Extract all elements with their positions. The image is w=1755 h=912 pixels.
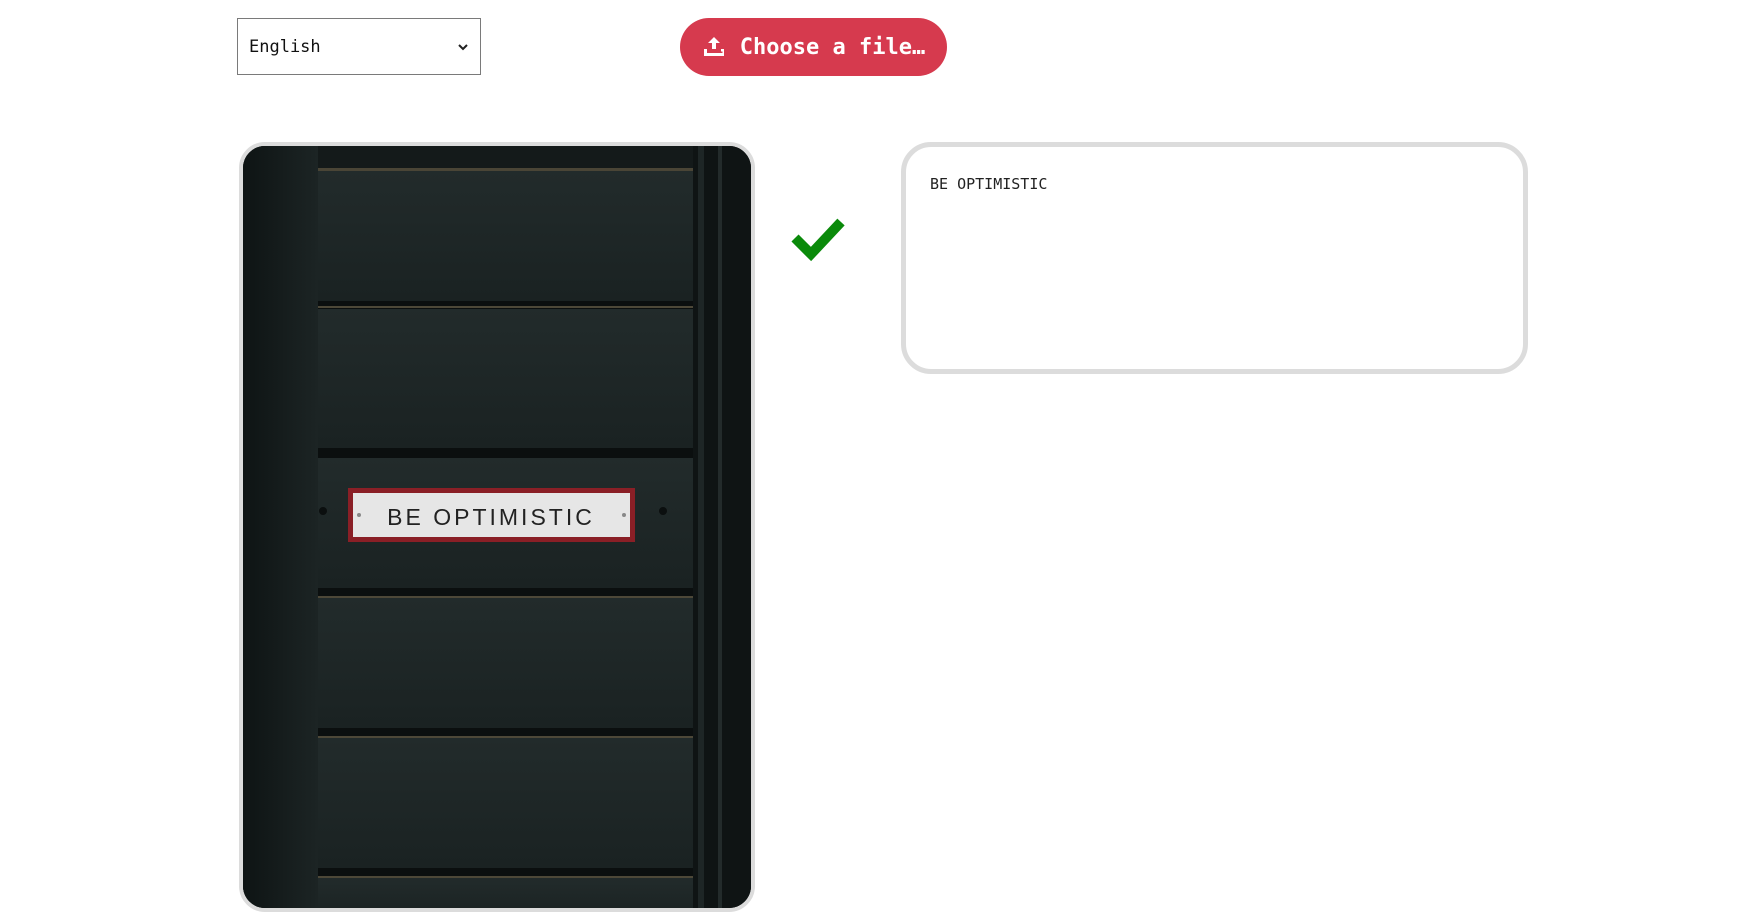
sign-text: BE OPTIMISTIC bbox=[387, 504, 595, 530]
choose-file-label: Choose a file… bbox=[739, 34, 926, 60]
uploaded-image: BE OPTIMISTIC bbox=[239, 142, 755, 912]
recognized-text-box: BE OPTIMISTIC bbox=[901, 142, 1528, 374]
chevron-down-icon bbox=[458, 44, 468, 51]
language-select[interactable]: English bbox=[237, 18, 481, 75]
choose-file-button[interactable]: Choose a file… bbox=[680, 18, 947, 76]
door-photo: BE OPTIMISTIC bbox=[243, 146, 751, 908]
recognized-text: BE OPTIMISTIC bbox=[930, 175, 1048, 193]
language-select-value: English bbox=[249, 36, 321, 57]
checkmark-icon bbox=[791, 218, 845, 262]
upload-icon bbox=[703, 37, 724, 56]
